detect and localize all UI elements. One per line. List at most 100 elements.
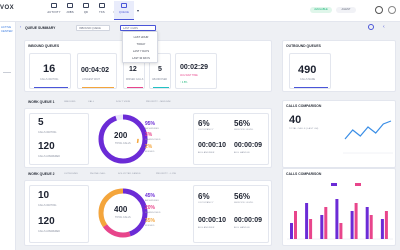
queue2-filter-0: OUTBOUND xyxy=(64,173,79,175)
queue-select[interactable]: INBOUND QUEUE xyxy=(76,25,110,31)
comparison2-title: CALLS COMPARISON xyxy=(286,172,322,176)
queue1-service-value: 56% xyxy=(234,119,251,128)
user-avatar[interactable] xyxy=(388,6,396,14)
queue1-abandoned-label: ABANDONED xyxy=(145,139,161,141)
calls-made-tile[interactable]: 490 CALLS MADE xyxy=(289,53,331,89)
nav-item-jobs[interactable]: JOBS xyxy=(62,3,78,14)
queue1-metrics-tile[interactable]: 6% OCCUPANCY 56% SERVICE LEVEL 00:00:10 … xyxy=(193,113,269,165)
comparison2-bar xyxy=(380,219,384,239)
queue1-filter-3: PRIORITY - MEDIUM xyxy=(146,101,171,103)
missed-label: MISSED CALLS xyxy=(126,78,144,81)
calls-made-bar xyxy=(294,87,328,89)
nav-item-queue[interactable]: QUEUE xyxy=(114,1,134,20)
share-icon[interactable]: ‹ xyxy=(383,24,385,30)
back-icon[interactable]: ‹ xyxy=(20,25,21,29)
comparison1-value-label: TOTAL CALLS (LAST 4H) xyxy=(289,128,319,130)
missed-bar xyxy=(127,87,143,89)
queue2-filter-3: PRIORITY - LOW xyxy=(156,173,177,175)
queue1-calls-value: 5 xyxy=(38,117,44,128)
queue1-card: 5 CALLS WAITING 120 CALLS ANSWERED 200 T… xyxy=(24,108,272,168)
queue2-service-value: 56% xyxy=(234,192,251,201)
longest-wait-value: 00:04:02 xyxy=(81,67,110,74)
queue2-occupancy-value: 6% xyxy=(198,192,210,201)
agent-badge[interactable]: AGENT xyxy=(336,7,356,13)
calls-comparison-card-2: CALLS COMPARISON xyxy=(282,168,396,246)
ticket-icon xyxy=(99,3,105,8)
nav-item-qd[interactable]: QD xyxy=(78,3,94,14)
sidebar-tag[interactable]: ACTIVE CENTER xyxy=(1,25,15,33)
longest-wait-label: LONGEST WAIT xyxy=(82,78,100,81)
queue1-donut-value: 200 xyxy=(114,131,128,140)
queue1-calls-label: CALLS WAITING xyxy=(38,131,57,134)
nav-item-activity[interactable]: ACTIVITY xyxy=(46,3,62,14)
queue1-filter-1: CALL xyxy=(88,101,95,103)
dropdown-option-last-30-days[interactable]: LAST 30 DAYS xyxy=(123,57,159,60)
comparison2-bar xyxy=(294,211,297,239)
queue1-occupancy-label: OCCUPANCY xyxy=(198,129,214,131)
calls-waiting-tile[interactable]: 16 CALLS WAITING xyxy=(29,53,71,89)
abandoned-bar xyxy=(153,87,169,89)
outbound-title: OUTBOUND QUEUES xyxy=(286,44,321,48)
queue2-avg-answer-label: AVG ANSWER xyxy=(198,227,215,229)
queue1-missed-pct: 2% xyxy=(145,144,153,150)
nav-item-tks[interactable]: TKS xyxy=(94,3,110,14)
queue2-answered-label: ANSWERED xyxy=(145,200,160,202)
activity-icon xyxy=(51,3,57,8)
comparison2-bar xyxy=(339,223,343,239)
comparison2-bar xyxy=(365,207,369,239)
queue1-donut-label: TOTAL CALLS xyxy=(115,142,131,145)
calls-made-value: 490 xyxy=(298,64,317,76)
comparison2-legend-swatch-1 xyxy=(331,183,337,186)
avg-wait-label: AVG WAIT TIME xyxy=(180,74,198,77)
queue2-calls-value: 10 xyxy=(38,190,50,201)
queue2-answered-pct: 45% xyxy=(145,193,156,199)
history-icon[interactable] xyxy=(375,6,383,14)
comparison2-bar xyxy=(324,207,328,239)
comparison2-bar xyxy=(309,219,313,239)
dropdown-option-last-7-days[interactable]: LAST 7 DAYS xyxy=(123,50,159,53)
queue2-avg-handle-value: 00:00:09 xyxy=(234,217,263,224)
queue1-service-label: SERVICE LEVEL xyxy=(234,129,254,131)
comparison1-value: 40 xyxy=(289,114,302,126)
queue2-abandoned-label: ABANDONED xyxy=(145,212,161,214)
queue1-counts-tile[interactable]: 5 CALLS WAITING 120 CALLS ANSWERED xyxy=(29,113,89,165)
queue1-answered-label: ANSWERED xyxy=(145,128,160,130)
queue1-avg-handle-label: AVG HANDLE xyxy=(234,152,250,154)
dropdown-option-last-hour[interactable]: LAST HOUR xyxy=(123,36,159,39)
queue1-occupancy-value: 6% xyxy=(198,119,210,128)
comparison2-bar xyxy=(290,223,293,239)
queue2-done-label: CALLS ANSWERED xyxy=(38,230,60,233)
queue2-donut-label: TOTAL CALLS xyxy=(115,216,131,219)
queue1-filter-2: DOUT VIEW xyxy=(116,101,131,103)
comparison1-series-line xyxy=(344,120,392,140)
queue2-card: 10 CALLS WAITING 120 CALLS ANSWERED 400 … xyxy=(24,180,272,246)
queue2-title: WORK QUEUE 2 xyxy=(28,172,55,176)
queue2-service-label: SERVICE LEVEL xyxy=(234,202,254,204)
calls-comparison-card-1: CALLS COMPARISON 40 TOTAL CALLS (LAST 4H… xyxy=(282,100,396,168)
missed-value: 12 xyxy=(129,66,137,73)
queue1-title: WORK QUEUE 1 xyxy=(28,100,55,104)
comparison1-chart xyxy=(343,120,393,154)
dropdown-option-today[interactable]: TODAY xyxy=(123,43,159,46)
longest-wait-tile[interactable]: 00:04:02 LONGEST WAIT xyxy=(77,53,117,89)
top-bar: VOX ACTIVITY JOBS QD TKS EMAIL QUEUE ▾ A… xyxy=(0,0,400,22)
comparison2-bar xyxy=(305,203,309,239)
queue2-occupancy-label: OCCUPANCY xyxy=(198,202,214,204)
calls-waiting-bar xyxy=(34,87,68,89)
abandoned-label: ABANDONED xyxy=(152,78,168,81)
calls-made-label: CALLS MADE xyxy=(300,78,316,81)
queue2-counts-tile[interactable]: 10 CALLS WAITING 120 CALLS ANSWERED xyxy=(29,185,89,243)
avg-wait-tile[interactable]: 00:02:29 AVG WAIT TIME ↑ 4.5% xyxy=(175,53,217,89)
brand-logo: VOX xyxy=(0,5,15,11)
longest-wait-bar xyxy=(82,87,114,89)
queue1-done-value: 120 xyxy=(38,141,55,152)
comparison2-bars xyxy=(290,199,388,239)
status-badge[interactable]: AVAILABLE xyxy=(310,7,332,13)
calls-waiting-value: 16 xyxy=(43,63,56,75)
nav-more-icon[interactable]: ▾ xyxy=(137,8,139,13)
settings-icon[interactable] xyxy=(368,24,374,30)
comparison2-legend-swatch-2 xyxy=(355,183,361,186)
queue2-metrics-tile[interactable]: 6% OCCUPANCY 56% SERVICE LEVEL 00:00:10 … xyxy=(193,185,269,243)
queue1-abandoned-pct: 3% xyxy=(145,132,153,138)
comparison2-bar xyxy=(350,211,354,239)
